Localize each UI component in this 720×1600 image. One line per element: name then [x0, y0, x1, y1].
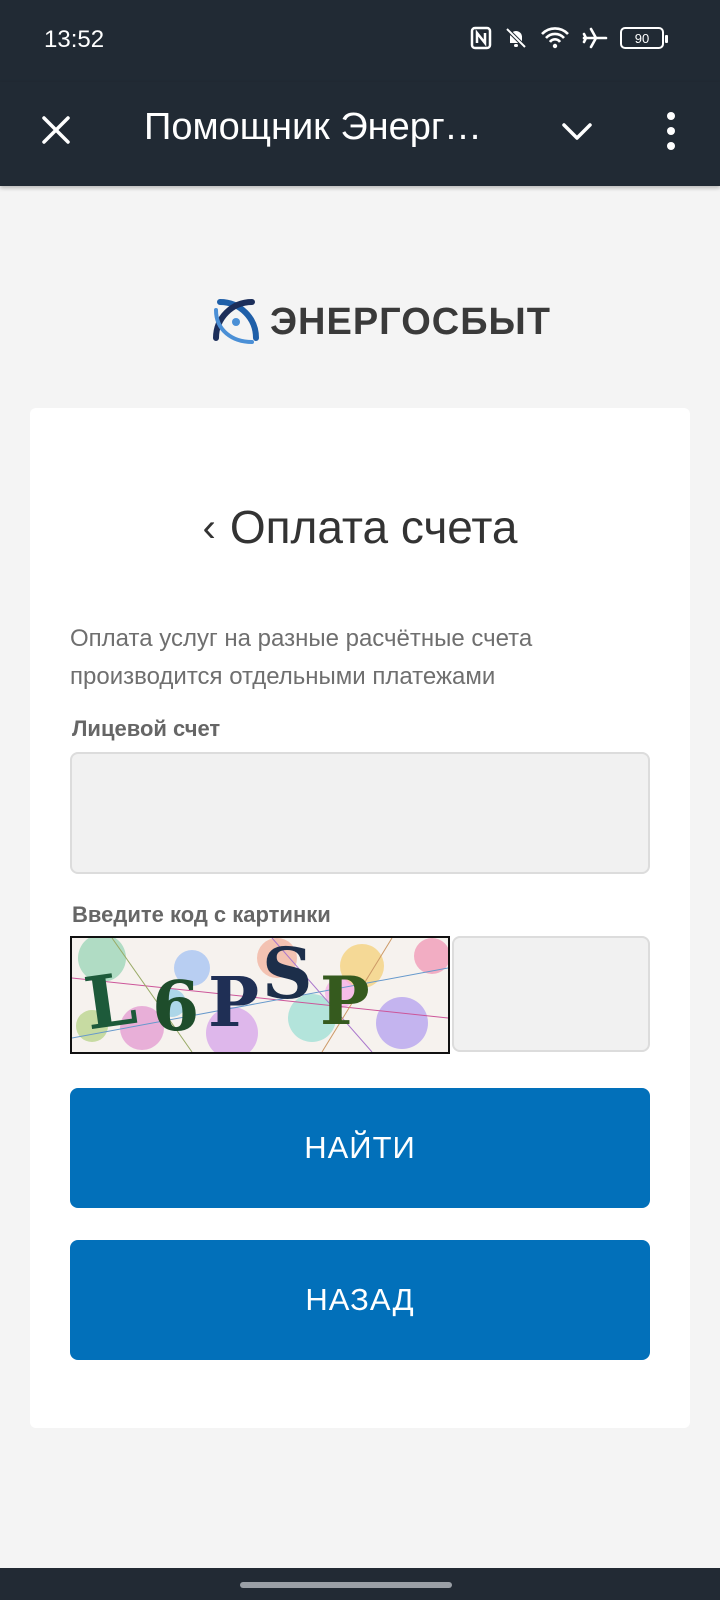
more-vertical-icon[interactable] — [658, 108, 684, 154]
status-bar: 13:52 90 — [0, 0, 720, 82]
status-icons: 90 — [470, 26, 668, 50]
captcha-field-wrapper — [452, 936, 650, 1052]
payment-note: Оплата услуг на разные расчётные счета п… — [70, 625, 533, 690]
battery-indicator: 90 — [620, 27, 668, 49]
close-icon[interactable] — [38, 112, 74, 148]
navigation-bar — [0, 1568, 720, 1600]
app-bar-title: Помощник Энергосбыт — [144, 106, 484, 148]
account-label: Лицевой счет — [72, 716, 221, 741]
chevron-down-icon[interactable] — [558, 112, 596, 150]
page-title-text: Оплата счета — [229, 501, 518, 553]
captcha-input[interactable] — [454, 938, 648, 1050]
airplane-icon — [582, 27, 608, 49]
home-gesture-handle[interactable] — [240, 1582, 452, 1588]
back-chevron-icon[interactable]: ‹ — [203, 506, 216, 550]
account-field-wrapper — [70, 752, 650, 874]
back-button[interactable]: НАЗАД — [70, 1240, 650, 1360]
brand-logo: ЭНЕРГОСБЫТ — [210, 296, 551, 348]
captcha-char: 6 — [152, 967, 199, 1047]
app-bar: Помощник Энергосбыт — [0, 82, 720, 186]
captcha-char: P — [320, 962, 370, 1040]
bell-muted-icon — [505, 27, 527, 49]
battery-level: 90 — [634, 30, 650, 46]
find-button[interactable]: НАЙТИ — [70, 1088, 650, 1208]
page-title: ‹ Оплата счета — [30, 500, 690, 554]
energosbyt-logo-icon — [213, 299, 259, 344]
captcha-char: P — [208, 963, 259, 1043]
payment-card: ‹ Оплата счета Оплата услуг на разные рас… — [30, 408, 690, 1428]
captcha-char: S — [262, 938, 313, 1015]
wifi-icon — [541, 27, 569, 49]
account-input[interactable] — [72, 754, 648, 872]
captcha-label: Введите код с картинки — [72, 902, 331, 927]
nfc-icon — [470, 26, 492, 50]
brand-name: ЭНЕРГОСБЫТ — [270, 300, 551, 343]
status-time: 13:52 — [44, 26, 105, 53]
captcha-image: L 6 P S P — [70, 936, 450, 1054]
